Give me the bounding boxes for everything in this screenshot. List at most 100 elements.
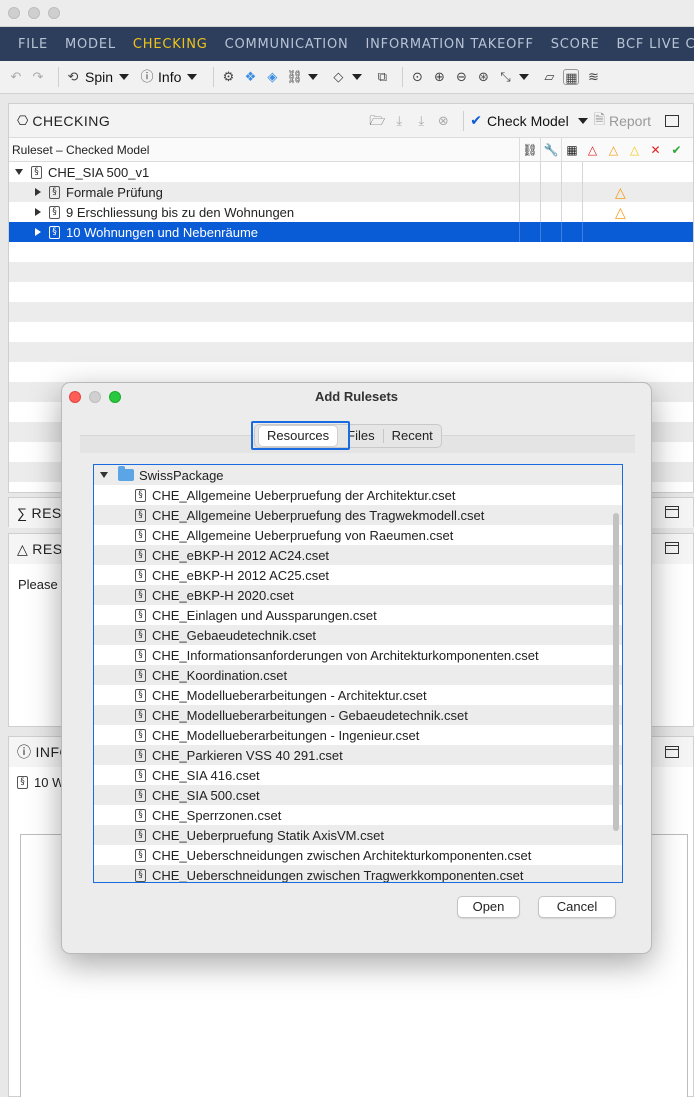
- tree-row[interactable]: § Formale Prüfung △: [9, 182, 693, 202]
- open-folder-icon[interactable]: 🗁: [369, 113, 385, 129]
- undo-icon[interactable]: ↶: [8, 69, 24, 85]
- chevron-down-icon[interactable]: [308, 74, 319, 80]
- tree-row[interactable]: § 9 Erschliessung bis zu den Wohnungen △: [9, 202, 693, 222]
- maximize-panel-icon[interactable]: [665, 506, 679, 518]
- cube-select-icon[interactable]: ❖: [242, 69, 258, 85]
- model-tool-icon[interactable]: ⚙: [220, 69, 236, 85]
- clear-icon[interactable]: ⊗: [435, 113, 451, 129]
- section-icon[interactable]: ⧉: [374, 69, 390, 85]
- scrollbar-thumb[interactable]: [613, 513, 619, 831]
- empty-row: [9, 362, 693, 382]
- file-row[interactable]: § CHE_Gebaeudetechnik.cset: [94, 625, 622, 645]
- menu-checking[interactable]: CHECKING: [133, 37, 208, 52]
- menu-file[interactable]: FILE: [18, 37, 48, 52]
- menu-information-takeoff[interactable]: INFORMATION TAKEOFF: [366, 37, 534, 52]
- file-row[interactable]: § CHE_Modellueberarbeitungen - Architektu…: [94, 685, 622, 705]
- file-row[interactable]: § CHE_Sperrzonen.cset: [94, 805, 622, 825]
- maximize-panel-icon[interactable]: [665, 114, 679, 127]
- chevron-down-icon[interactable]: [352, 74, 363, 80]
- zoom-out-icon[interactable]: ⊖: [453, 69, 469, 85]
- ruleset-file-icon: §: [135, 628, 146, 642]
- file-row[interactable]: § CHE_SIA 416.cset: [94, 765, 622, 785]
- file-row[interactable]: § CHE_Ueberschneidungen zwischen Architek…: [94, 845, 622, 865]
- tab-files[interactable]: Files: [339, 426, 382, 446]
- close-window-button[interactable]: [8, 7, 20, 19]
- menu-model[interactable]: MODEL: [65, 37, 116, 52]
- zoom-in-icon[interactable]: ⊕: [431, 69, 447, 85]
- menu-bcf-live[interactable]: BCF LIVE CONN: [617, 37, 694, 52]
- maximize-panel-icon[interactable]: [665, 746, 679, 758]
- tab-resources[interactable]: Resources: [259, 426, 338, 446]
- link-tool-icon[interactable]: ⛓: [286, 69, 303, 85]
- collapse-triangle-icon[interactable]: [35, 228, 41, 236]
- file-row[interactable]: § CHE_Ueberpruefung Statik AxisVM.cset: [94, 825, 622, 845]
- moderate-column-icon[interactable]: △: [603, 138, 624, 162]
- file-row[interactable]: § CHE_Allgemeine Ueberpruefung von Raeume…: [94, 525, 622, 545]
- menu-communication[interactable]: COMMUNICATION: [225, 37, 349, 52]
- measure-icon[interactable]: ⤡: [497, 69, 513, 85]
- file-row[interactable]: § CHE_Allgemeine Ueberpruefung des Tragwe…: [94, 505, 622, 525]
- info-button[interactable]: ⓘ Info: [139, 69, 198, 85]
- critical-column-icon[interactable]: △: [582, 138, 603, 162]
- column-divider: [519, 222, 520, 242]
- plane-icon[interactable]: ▱: [541, 69, 557, 85]
- collapse-triangle-icon[interactable]: [35, 188, 41, 196]
- file-label: CHE_Allgemeine Ueberpruefung des Tragwek…: [152, 507, 485, 523]
- file-row[interactable]: § CHE_Einlagen und Aussparungen.cset: [94, 605, 622, 625]
- file-row[interactable]: § CHE_Modellueberarbeitungen - Ingenieur.…: [94, 725, 622, 745]
- ruleset-file-tree[interactable]: SwissPackage § CHE_Allgemeine Ueberpruefu…: [93, 464, 623, 883]
- tab-recent[interactable]: Recent: [384, 426, 441, 446]
- file-row[interactable]: § CHE_eBKP-H 2020.cset: [94, 585, 622, 605]
- file-row[interactable]: § CHE_Ueberschneidungen zwischen Tragwerk…: [94, 865, 622, 882]
- download-all-icon[interactable]: ⤓: [413, 113, 429, 129]
- folder-row[interactable]: SwissPackage: [94, 465, 622, 485]
- tree-row-selected[interactable]: § 10 Wohnungen und Nebenräume: [9, 222, 693, 242]
- accepted-column-icon[interactable]: ✔: [666, 138, 687, 162]
- dialog-close-button[interactable]: [69, 391, 81, 403]
- spin-icon: ⟲: [67, 69, 79, 84]
- file-label: CHE_Einlagen und Aussparungen.cset: [152, 607, 377, 623]
- file-row[interactable]: § CHE_SIA 500.cset: [94, 785, 622, 805]
- minimize-window-button[interactable]: [28, 7, 40, 19]
- file-label: CHE_Modellueberarbeitungen - Architektur…: [152, 687, 427, 703]
- file-row[interactable]: § CHE_Allgemeine Ueberpruefung der Archit…: [94, 485, 622, 505]
- map-icon[interactable]: ▦: [563, 69, 580, 85]
- redo-icon[interactable]: ↷: [30, 69, 46, 85]
- spin-button[interactable]: ⟲ Spin: [65, 69, 130, 85]
- dialog-zoom-button[interactable]: [109, 391, 121, 403]
- file-label: CHE_Modellueberarbeitungen - Gebaeudetec…: [152, 707, 468, 723]
- zoom-fit-icon[interactable]: ⊙: [409, 69, 425, 85]
- table-column-icon[interactable]: ▦: [561, 137, 582, 162]
- file-label: CHE_eBKP-H 2012 AC25.cset: [152, 567, 330, 583]
- menu-score[interactable]: SCORE: [551, 37, 600, 52]
- zoom-area-icon[interactable]: ⊛: [475, 69, 491, 85]
- ruleset-file-icon: §: [135, 548, 146, 562]
- file-row[interactable]: § CHE_Koordination.cset: [94, 665, 622, 685]
- expand-triangle-icon[interactable]: [15, 169, 23, 175]
- zoom-window-button[interactable]: [48, 7, 60, 19]
- report-button[interactable]: 🗎 Report: [594, 109, 651, 133]
- file-row[interactable]: § CHE_eBKP-H 2012 AC25.cset: [94, 565, 622, 585]
- box-icon[interactable]: ◇: [330, 69, 346, 85]
- file-label: CHE_eBKP-H 2020.cset: [152, 587, 294, 603]
- link-column-icon[interactable]: ⛓: [519, 137, 540, 162]
- wrench-column-icon[interactable]: 🔧: [540, 137, 561, 162]
- expand-triangle-icon[interactable]: [100, 472, 108, 478]
- file-row[interactable]: § CHE_Informationsanforderungen von Archi…: [94, 645, 622, 665]
- rejected-column-icon[interactable]: ✕: [645, 138, 666, 162]
- dialog-minimize-button[interactable]: [89, 391, 101, 403]
- low-column-icon[interactable]: △: [624, 138, 645, 162]
- maximize-panel-icon[interactable]: [665, 542, 679, 554]
- download-icon[interactable]: ⤓: [391, 113, 407, 129]
- cube-icon[interactable]: ◈: [264, 69, 280, 85]
- layers-icon[interactable]: ≋: [585, 69, 601, 85]
- open-button[interactable]: Open: [457, 896, 520, 918]
- tree-row[interactable]: § CHE_SIA 500_v1: [9, 162, 693, 182]
- file-row[interactable]: § CHE_Parkieren VSS 40 291.cset: [94, 745, 622, 765]
- file-row[interactable]: § CHE_Modellueberarbeitungen - Gebaeudete…: [94, 705, 622, 725]
- cancel-button[interactable]: Cancel: [538, 896, 616, 918]
- file-row[interactable]: § CHE_eBKP-H 2012 AC24.cset: [94, 545, 622, 565]
- collapse-triangle-icon[interactable]: [35, 208, 41, 216]
- check-model-button[interactable]: ✔ Check Model: [470, 112, 588, 129]
- chevron-down-icon[interactable]: [519, 74, 530, 80]
